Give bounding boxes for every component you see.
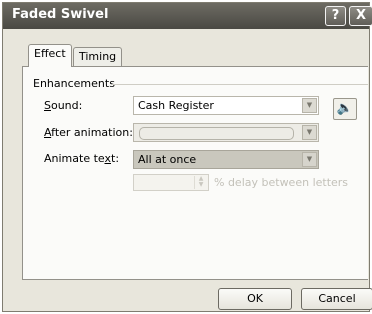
- cancel-button[interactable]: Cancel: [301, 288, 372, 310]
- close-button[interactable]: X: [349, 6, 372, 26]
- animate-text-label: Animate text:: [44, 152, 119, 165]
- sound-dropdown-value: Cash Register: [138, 99, 214, 112]
- sound-label-accel: S: [44, 99, 51, 112]
- animate-text-label-pre: Animate te: [44, 152, 105, 165]
- delay-spinner[interactable]: ▲ ▼: [133, 174, 209, 191]
- after-animation-dropdown[interactable]: ▼: [133, 123, 319, 142]
- ok-button[interactable]: OK: [218, 288, 292, 310]
- animate-text-dropdown[interactable]: All at once ▼: [133, 150, 319, 169]
- sound-dropdown[interactable]: Cash Register ▼: [133, 96, 319, 115]
- chevron-down-icon[interactable]: ▼: [302, 125, 317, 140]
- after-animation-label: After animation:: [44, 126, 133, 139]
- tab-timing[interactable]: Timing: [73, 47, 123, 66]
- tab-timing-label: Timing: [79, 50, 117, 63]
- delay-label: % delay between letters: [214, 176, 349, 189]
- chevron-down-icon[interactable]: ▼: [302, 152, 317, 167]
- chevron-down-icon[interactable]: ▼: [302, 98, 317, 113]
- tab-effect-label: Effect: [34, 47, 66, 60]
- speaker-icon[interactable]: 🔈: [333, 98, 357, 120]
- group-divider: [112, 84, 368, 85]
- sound-label: Sound:: [44, 99, 82, 112]
- after-animation-label-rest: fter animation:: [51, 126, 133, 139]
- enhancements-group-label: Enhancements: [33, 77, 115, 90]
- animate-text-label-rest: t:: [111, 152, 120, 165]
- dialog-title: Faded Swivel: [12, 7, 109, 22]
- after-animation-dropdown-value: [139, 127, 294, 140]
- animate-text-dropdown-value: All at once: [138, 153, 197, 166]
- sound-label-rest: ound:: [50, 99, 83, 112]
- help-button[interactable]: ?: [325, 6, 346, 26]
- tab-effect[interactable]: Effect: [28, 44, 72, 67]
- title-bar[interactable]: Faded Swivel ? X: [3, 3, 372, 29]
- spinner-arrows-icon[interactable]: ▲ ▼: [194, 176, 207, 189]
